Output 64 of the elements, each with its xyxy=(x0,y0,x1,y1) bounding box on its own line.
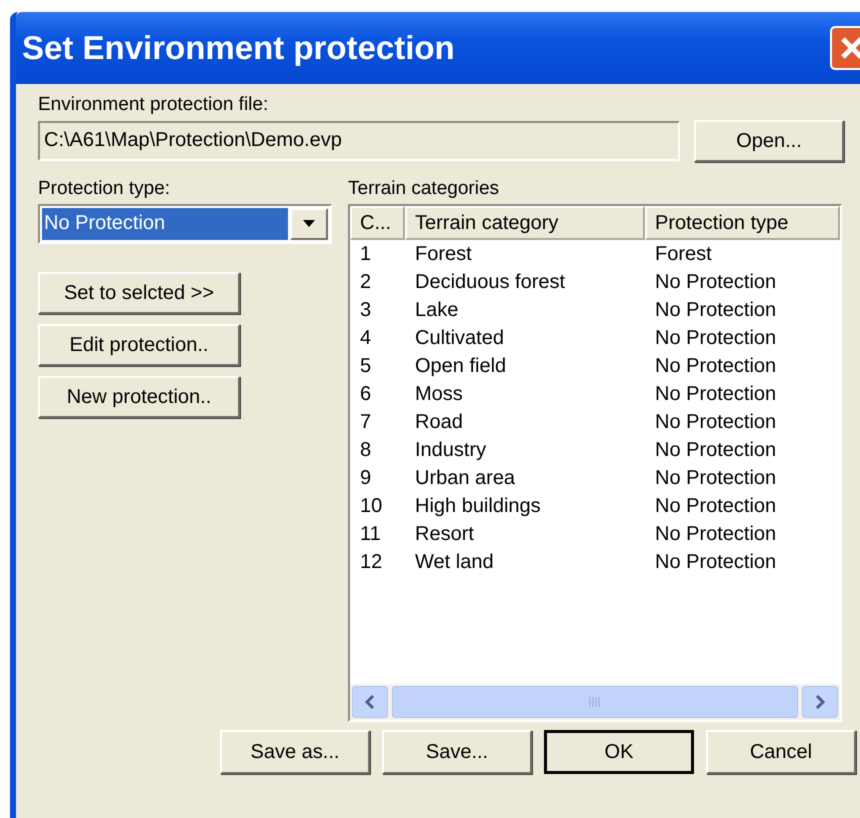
table-cell-text: Forest xyxy=(414,242,473,267)
table-cell-text: 9 xyxy=(359,466,372,491)
table-cell-text: Resort xyxy=(414,522,475,547)
table-cell-text: Road xyxy=(414,410,464,435)
file-label: Environment protection file: xyxy=(38,94,270,117)
chevron-right-icon xyxy=(815,695,825,709)
table-cell-text: No Protection xyxy=(654,270,778,295)
dialog-button[interactable]: Cancel xyxy=(706,730,856,774)
scroll-thumb[interactable] xyxy=(392,686,798,718)
terrain-categories-label: Terrain categories xyxy=(348,178,500,201)
table-cell-text: High buildings xyxy=(414,494,542,519)
horizontal-scrollbar[interactable] xyxy=(350,684,840,720)
table-cell-text: No Protection xyxy=(654,326,778,351)
table-cell-text: Forest xyxy=(654,242,713,267)
table-cell-text: 5 xyxy=(359,354,372,379)
table-cell-text: 10 xyxy=(359,494,384,519)
dropdown-arrow-button[interactable] xyxy=(290,208,328,240)
grip-icon xyxy=(589,697,601,707)
window-title: Set Environment protection xyxy=(22,29,455,67)
table-cell-text: 7 xyxy=(359,410,372,435)
caret-icon xyxy=(302,220,316,228)
dialog-button[interactable]: OK xyxy=(544,730,694,774)
table-cell-text: 2 xyxy=(359,270,372,295)
table-cell-text: No Protection xyxy=(654,438,778,463)
table-cell-text: Deciduous forest xyxy=(414,270,566,295)
table-cell-text: No Protection xyxy=(654,550,778,575)
table-cell-text: Urban area xyxy=(414,466,516,491)
scroll-left-button[interactable] xyxy=(352,686,388,718)
column-header[interactable]: C... xyxy=(350,206,405,240)
dialog-button[interactable]: Save as... xyxy=(220,730,370,774)
table-cell-text: 4 xyxy=(359,326,372,351)
table-cell-text: Cultivated xyxy=(414,326,505,351)
column-header[interactable]: Terrain category xyxy=(405,206,645,240)
table-cell-text: 12 xyxy=(359,550,384,575)
table-cell-text: No Protection xyxy=(654,354,778,379)
table-cell-text: Industry xyxy=(414,438,488,463)
table-cell-text: No Protection xyxy=(654,298,778,323)
table-cell-text: Lake xyxy=(414,298,460,323)
open-button[interactable]: Open... xyxy=(694,120,844,162)
dropdown-value: No Protection xyxy=(42,208,288,240)
table-cell-text: Open field xyxy=(414,354,508,379)
action-button[interactable]: Edit protection.. xyxy=(38,324,240,366)
table-cell-text: 6 xyxy=(359,382,372,407)
table-cell-text: No Protection xyxy=(654,494,778,519)
close-icon xyxy=(839,35,860,61)
action-button[interactable]: Set to selcted >> xyxy=(38,272,240,314)
table-cell-text: Moss xyxy=(414,382,464,407)
table-cell-text: 3 xyxy=(359,298,372,323)
file-path-field[interactable]: C:\A61\Map\Protection\Demo.evp xyxy=(38,121,680,161)
scroll-right-button[interactable] xyxy=(802,686,838,718)
chevron-left-icon xyxy=(365,695,375,709)
table-cell-text: No Protection xyxy=(654,522,778,547)
table-cell-text: No Protection xyxy=(654,466,778,491)
dialog-button[interactable]: Save... xyxy=(382,730,532,774)
action-button[interactable]: New protection.. xyxy=(38,376,240,418)
table-cell-text: No Protection xyxy=(654,382,778,407)
table-cell-text: 11 xyxy=(359,522,382,547)
table-cell-text: 8 xyxy=(359,438,372,463)
protection-type-label: Protection type: xyxy=(38,178,172,201)
table-cell-text: 1 xyxy=(359,242,372,267)
table-cell-text: No Protection xyxy=(654,410,778,435)
table-cell-text: Wet land xyxy=(414,550,495,575)
column-header[interactable]: Protection type xyxy=(645,206,840,240)
protection-type-dropdown[interactable]: No Protection xyxy=(38,204,332,244)
